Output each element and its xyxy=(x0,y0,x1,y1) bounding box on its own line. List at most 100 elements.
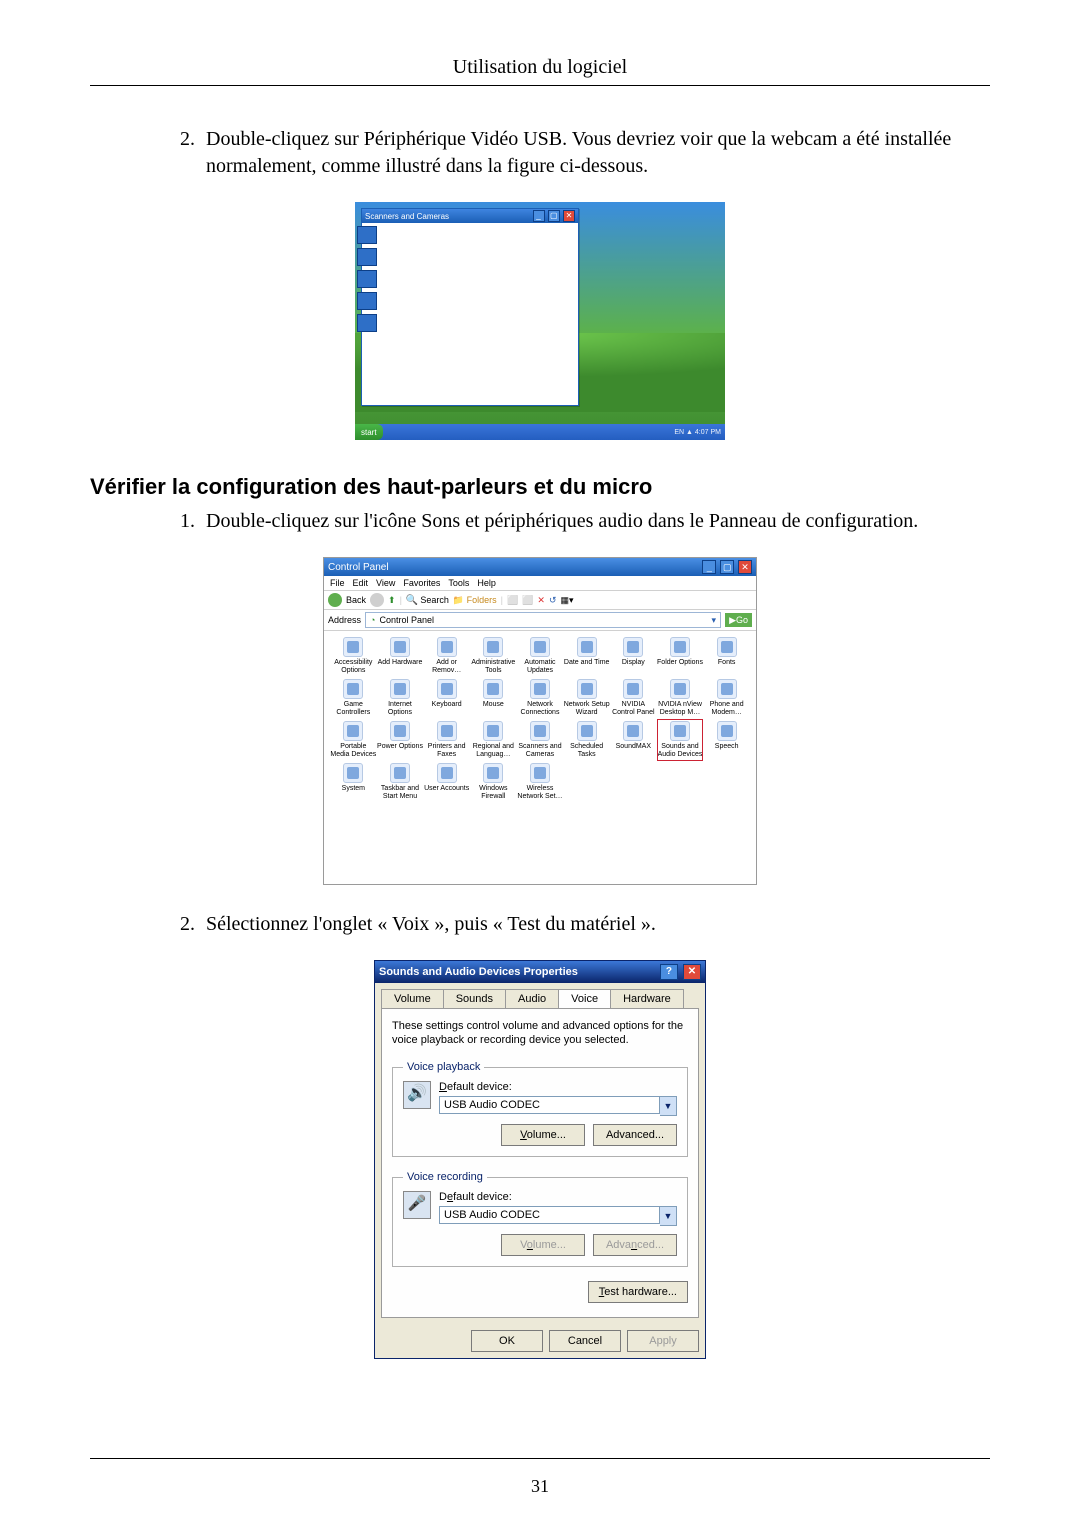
start-button[interactable]: start xyxy=(355,424,383,440)
cp-icon[interactable]: Scheduled Tasks xyxy=(563,719,610,761)
cp-icon[interactable]: Power Options xyxy=(377,719,424,761)
forward-icon[interactable] xyxy=(370,593,384,607)
menu-tools[interactable]: Tools xyxy=(448,578,469,588)
cp-icon[interactable]: Speech xyxy=(703,719,750,761)
cp-icon[interactable]: Mouse xyxy=(470,677,517,719)
cp-icon[interactable]: SoundMAX xyxy=(610,719,657,761)
cp-icon[interactable]: Add or Remov… xyxy=(423,635,470,677)
cp-icon[interactable]: Automatic Updates xyxy=(517,635,564,677)
cp-icon[interactable]: Network Connections xyxy=(517,677,564,719)
tab-hardware[interactable]: Hardware xyxy=(610,989,684,1008)
playback-device-combo[interactable] xyxy=(439,1096,660,1114)
menu-edit[interactable]: Edit xyxy=(353,578,369,588)
cp-icon[interactable]: Administrative Tools xyxy=(470,635,517,677)
minimize-icon[interactable]: _ xyxy=(702,560,716,574)
cp-item-icon xyxy=(623,679,643,699)
cp-icon[interactable]: System xyxy=(330,761,377,803)
tab-description: These settings control volume and advanc… xyxy=(392,1019,688,1047)
up-icon[interactable]: ⬆ xyxy=(388,595,396,606)
close-icon[interactable]: ✕ xyxy=(683,964,701,980)
cp-icon[interactable]: Keyboard xyxy=(423,677,470,719)
cp-icon[interactable]: Fonts xyxy=(703,635,750,677)
cancel-button[interactable]: Cancel xyxy=(549,1330,621,1352)
running-header: Utilisation du logiciel xyxy=(90,56,990,85)
address-field[interactable]: ◔ Control Panel ▾ xyxy=(365,612,721,628)
help-icon[interactable]: ? xyxy=(660,964,678,980)
cp-icon[interactable]: Portable Media Devices xyxy=(330,719,377,761)
cp-icon[interactable]: Printers and Faxes xyxy=(423,719,470,761)
cp-item-label: Windows Firewall xyxy=(470,785,517,801)
playback-default-label: Default device: xyxy=(439,1081,677,1093)
cp-item-label: Internet Options xyxy=(377,701,424,717)
cp-item-icon xyxy=(530,637,550,657)
recording-device-combo[interactable] xyxy=(439,1206,660,1224)
go-button[interactable]: ▶ Go xyxy=(725,613,752,627)
voice-playback-group: Voice playback Default device: ▼ Volume.… xyxy=(392,1061,688,1157)
views-icon[interactable]: ▦▾ xyxy=(561,595,574,606)
dialog-title: Sounds and Audio Devices Properties xyxy=(379,966,578,978)
cp-icon[interactable]: NVIDIA nView Desktop M… xyxy=(657,677,704,719)
maximize-icon[interactable]: ▢ xyxy=(548,210,560,222)
tab-audio[interactable]: Audio xyxy=(505,989,559,1008)
toolbar-icon[interactable]: ⬜ xyxy=(507,595,518,606)
cp-icon[interactable]: Wireless Network Set… xyxy=(517,761,564,803)
search-button[interactable]: Search xyxy=(406,595,449,606)
cp-item-label: User Accounts xyxy=(424,785,469,793)
cp-icon[interactable]: Taskbar and Start Menu xyxy=(377,761,424,803)
close-icon[interactable]: ✕ xyxy=(738,560,752,574)
cp-icon[interactable]: Scanners and Cameras xyxy=(517,719,564,761)
back-icon[interactable] xyxy=(328,593,342,607)
chevron-down-icon[interactable]: ▼ xyxy=(660,1096,677,1116)
cp-icon[interactable]: Phone and Modem… xyxy=(703,677,750,719)
menu-help[interactable]: Help xyxy=(477,578,496,588)
menu-view[interactable]: View xyxy=(376,578,395,588)
menu-favorites[interactable]: Favorites xyxy=(403,578,440,588)
cp-icon[interactable]: Windows Firewall xyxy=(470,761,517,803)
tab-voice[interactable]: Voice xyxy=(558,989,611,1008)
cp-item-icon xyxy=(390,679,410,699)
menu-file[interactable]: File xyxy=(330,578,345,588)
desktop-icon[interactable] xyxy=(357,226,377,244)
cp-icon[interactable]: Game Controllers xyxy=(330,677,377,719)
cp-icon[interactable]: User Accounts xyxy=(423,761,470,803)
step-2-text: Sélectionnez l'onglet « Voix », puis « T… xyxy=(200,911,990,938)
cp-icon[interactable]: Internet Options xyxy=(377,677,424,719)
cp-icon[interactable]: Display xyxy=(610,635,657,677)
cp-item-icon xyxy=(670,637,690,657)
tab-volume[interactable]: Volume xyxy=(381,989,444,1008)
playback-volume-button[interactable]: Volume... xyxy=(501,1124,585,1146)
minimize-icon[interactable]: _ xyxy=(533,210,545,222)
desktop-icon[interactable] xyxy=(357,314,377,332)
playback-advanced-button[interactable]: Advanced... xyxy=(593,1124,677,1146)
cp-item-label: Power Options xyxy=(377,743,423,751)
cp-item-icon xyxy=(437,679,457,699)
cp-icon[interactable]: NVIDIA Control Panel xyxy=(610,677,657,719)
desktop-icon[interactable] xyxy=(357,292,377,310)
cp-item-icon xyxy=(717,721,737,741)
test-hardware-button[interactable]: Test hardware... xyxy=(588,1281,688,1303)
cp-icon[interactable]: Network Setup Wizard xyxy=(563,677,610,719)
desktop-icon[interactable] xyxy=(357,248,377,266)
delete-icon[interactable]: ✕ xyxy=(537,595,545,606)
cp-item-icon xyxy=(437,637,457,657)
maximize-icon[interactable]: ▢ xyxy=(720,560,734,574)
cp-icon[interactable]: Add Hardware xyxy=(377,635,424,677)
toolbar-icon[interactable]: ⬜ xyxy=(522,595,533,606)
folders-button[interactable]: 📁 Folders xyxy=(453,595,497,606)
back-label[interactable]: Back xyxy=(346,595,366,605)
ok-button[interactable]: OK xyxy=(471,1330,543,1352)
cp-icon[interactable]: Folder Options xyxy=(657,635,704,677)
desktop-icon[interactable] xyxy=(357,270,377,288)
cp-item-icon xyxy=(343,721,363,741)
cp-icon[interactable]: Sounds and Audio Devices xyxy=(657,719,704,761)
cp-icon[interactable]: Accessibility Options xyxy=(330,635,377,677)
close-icon[interactable]: ✕ xyxy=(563,210,575,222)
cp-icon[interactable]: Date and Time xyxy=(563,635,610,677)
cp-item-label: SoundMAX xyxy=(616,743,651,751)
undo-icon[interactable]: ↺ xyxy=(549,595,557,606)
tab-sounds[interactable]: Sounds xyxy=(443,989,506,1008)
cp-icon[interactable]: Regional and Languag… xyxy=(470,719,517,761)
page-number: 31 xyxy=(0,1476,1080,1497)
cp-item-label: Fonts xyxy=(718,659,736,667)
chevron-down-icon[interactable]: ▼ xyxy=(660,1206,677,1226)
